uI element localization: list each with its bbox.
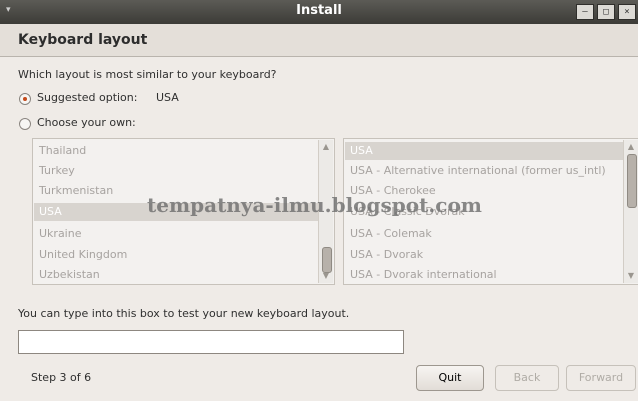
window-controls: – □ ×: [576, 4, 636, 20]
variant-item[interactable]: USA - Dvorak: [350, 248, 423, 261]
country-item-selected[interactable]: USA: [39, 205, 62, 218]
quit-button[interactable]: Quit: [416, 365, 484, 391]
variant-item-selected[interactable]: USA: [350, 144, 373, 157]
back-button[interactable]: Back: [495, 365, 559, 391]
variant-item[interactable]: USA - Dvorak international: [350, 268, 497, 281]
layout-question: Which layout is most similar to your key…: [18, 68, 277, 81]
country-item[interactable]: Uzbekistan: [39, 268, 100, 281]
page-header: Keyboard layout: [0, 24, 638, 57]
window-title: Install: [296, 3, 342, 18]
country-item[interactable]: Thailand: [39, 144, 86, 157]
variant-item[interactable]: USA - Alternative international (former …: [350, 164, 606, 177]
suggested-value: USA: [156, 91, 179, 104]
scroll-up-icon[interactable]: ▲: [319, 141, 333, 153]
variant-item[interactable]: USA - Colemak: [350, 227, 432, 240]
country-item[interactable]: Turkmenistan: [39, 184, 113, 197]
close-button[interactable]: ×: [618, 4, 636, 20]
choose-own-radio[interactable]: [19, 118, 31, 130]
country-item[interactable]: Ukraine: [39, 227, 81, 240]
scroll-thumb[interactable]: [627, 154, 637, 208]
scroll-up-icon[interactable]: ▲: [624, 141, 638, 153]
variant-selected-band: [345, 142, 623, 160]
scroll-down-icon[interactable]: ▼: [624, 270, 638, 282]
scroll-down-icon[interactable]: ▼: [319, 270, 333, 282]
installer-window: ▾ Install – □ × Keyboard layout Which la…: [0, 0, 638, 401]
maximize-button[interactable]: □: [597, 4, 615, 20]
choose-own-label[interactable]: Choose your own:: [37, 116, 136, 129]
title-bar: ▾ Install – □ ×: [0, 0, 638, 24]
variant-list-scrollbar[interactable]: ▲ ▼: [623, 140, 638, 283]
forward-button[interactable]: Forward: [566, 365, 636, 391]
test-box-label: You can type into this box to test your …: [18, 307, 350, 320]
country-item[interactable]: United Kingdom: [39, 248, 127, 261]
page-title: Keyboard layout: [18, 32, 148, 48]
watermark-text: tempatnya-ilmu.blogspot.com: [147, 193, 482, 217]
suggested-label: Suggested option:: [37, 91, 138, 104]
step-indicator: Step 3 of 6: [31, 371, 92, 384]
suggested-radio[interactable]: [19, 93, 31, 105]
keyboard-test-input[interactable]: [18, 330, 404, 354]
minimize-button[interactable]: –: [576, 4, 594, 20]
country-item[interactable]: Turkey: [39, 164, 75, 177]
